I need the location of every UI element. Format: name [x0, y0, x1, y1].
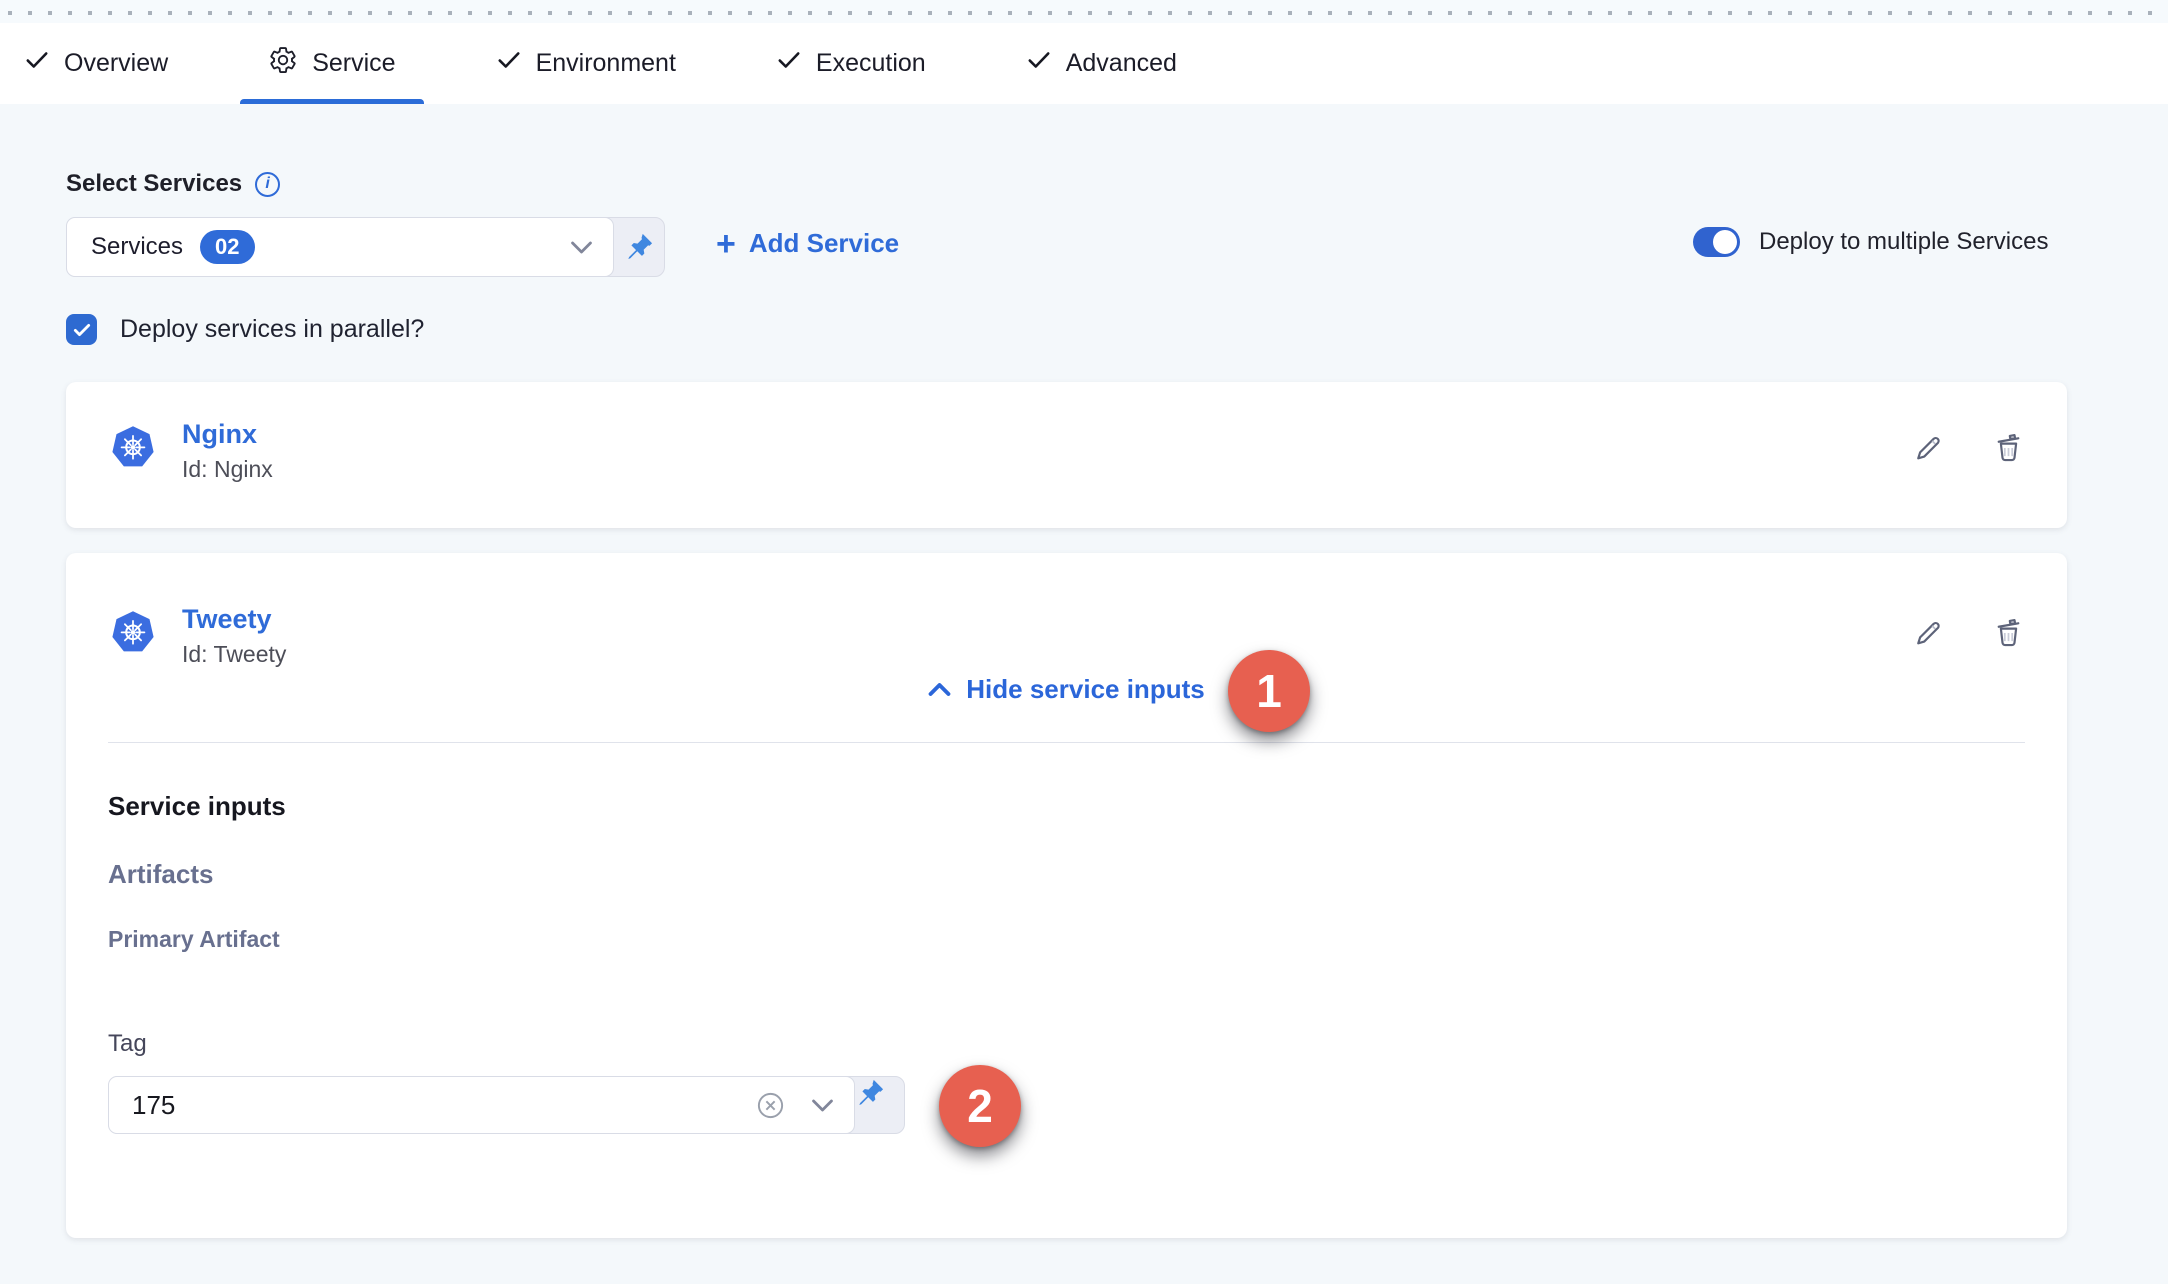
- deploy-multiple-row: Deploy to multiple Services: [1693, 227, 2048, 257]
- tab-label: Execution: [816, 49, 926, 78]
- tab-execution[interactable]: Execution: [776, 23, 926, 104]
- services-count-badge: 02: [200, 230, 254, 264]
- check-icon: [1026, 47, 1052, 80]
- top-dotted-strip: [0, 0, 2168, 23]
- tab-overview[interactable]: Overview: [24, 23, 168, 104]
- service-header: Tweety Id: Tweety: [111, 605, 286, 668]
- artifacts-heading: Artifacts: [108, 859, 213, 890]
- service-actions: [1909, 615, 2027, 652]
- tag-input[interactable]: [132, 1090, 755, 1121]
- tab-environment[interactable]: Environment: [496, 23, 676, 104]
- service-name-link[interactable]: Nginx: [182, 420, 273, 450]
- parallel-label: Deploy services in parallel?: [120, 315, 424, 344]
- parallel-row: Deploy services in parallel?: [66, 314, 424, 345]
- hide-service-inputs-link[interactable]: Hide service inputs: [66, 674, 2067, 705]
- service-name-link[interactable]: Tweety: [182, 605, 286, 635]
- tag-label: Tag: [108, 1030, 147, 1058]
- trash-icon: [1990, 615, 2027, 652]
- tag-combo: [108, 1076, 905, 1134]
- service-header: Nginx Id: Nginx: [111, 420, 273, 483]
- service-id: Id: Tweety: [182, 641, 286, 668]
- info-icon[interactable]: i: [255, 172, 280, 197]
- chevron-down-icon[interactable]: [570, 240, 593, 255]
- plus-icon: +: [716, 230, 736, 258]
- annotation-badge-1: 1: [1228, 650, 1310, 732]
- tab-label: Advanced: [1066, 49, 1177, 78]
- clear-button[interactable]: [755, 1090, 786, 1121]
- annotation-badge-2: 2: [939, 1065, 1021, 1147]
- edit-button[interactable]: [1909, 615, 1946, 652]
- hide-service-inputs-label: Hide service inputs: [966, 674, 1204, 705]
- chevron-down-icon[interactable]: [811, 1098, 834, 1113]
- delete-button[interactable]: [1990, 615, 2027, 652]
- dotted-line: [8, 11, 2168, 15]
- add-service-label: Add Service: [749, 228, 899, 259]
- select-services-row: Select Services i: [66, 170, 280, 198]
- trash-icon: [1990, 430, 2027, 467]
- select-services-label: Select Services: [66, 170, 242, 198]
- delete-button[interactable]: [1990, 430, 2027, 467]
- parallel-checkbox[interactable]: [66, 314, 97, 345]
- pencil-icon: [1909, 430, 1946, 467]
- chevron-up-icon: [928, 682, 951, 697]
- tab-label: Environment: [536, 49, 676, 78]
- service-title-block: Tweety Id: Tweety: [182, 605, 286, 668]
- tab-label: Service: [312, 49, 395, 78]
- services-combo: Services 02: [66, 217, 665, 277]
- services-dropdown-value: Services: [91, 233, 183, 261]
- tab-label: Overview: [64, 49, 168, 78]
- kubernetes-icon: [111, 423, 155, 469]
- gear-icon: [268, 45, 298, 82]
- add-service-button[interactable]: + Add Service: [716, 228, 899, 259]
- pin-button[interactable]: [854, 1077, 886, 1133]
- clear-icon: [755, 1090, 786, 1121]
- deploy-multiple-toggle[interactable]: [1693, 227, 1740, 257]
- stage-tabbar: Overview Service Environment Execution A…: [0, 23, 2168, 104]
- pin-button[interactable]: [613, 218, 664, 276]
- check-icon: [72, 320, 92, 340]
- services-dropdown[interactable]: Services 02: [66, 217, 614, 277]
- tab-service[interactable]: Service: [268, 23, 395, 104]
- check-icon: [776, 47, 802, 80]
- service-inputs-heading: Service inputs: [108, 791, 286, 822]
- service-card-tweety: Tweety Id: Tweety Hide service inputs Se…: [66, 553, 2067, 1238]
- check-icon: [496, 47, 522, 80]
- tag-field-trailing: [755, 1090, 834, 1121]
- toggle-knob: [1713, 230, 1737, 254]
- primary-artifact-heading: Primary Artifact: [108, 926, 280, 953]
- check-icon: [24, 47, 50, 80]
- service-card-nginx: Nginx Id: Nginx: [66, 382, 2067, 528]
- tab-advanced[interactable]: Advanced: [1026, 23, 1177, 104]
- pin-icon: [623, 231, 655, 263]
- pencil-icon: [1909, 615, 1946, 652]
- service-actions: [1909, 430, 2027, 467]
- service-id: Id: Nginx: [182, 456, 273, 483]
- tag-field-wrap: [108, 1076, 855, 1134]
- pin-icon: [854, 1077, 886, 1109]
- kubernetes-icon: [111, 608, 155, 654]
- service-title-block: Nginx Id: Nginx: [182, 420, 273, 483]
- divider: [108, 742, 2025, 743]
- deploy-multiple-label: Deploy to multiple Services: [1759, 228, 2048, 256]
- edit-button[interactable]: [1909, 430, 1946, 467]
